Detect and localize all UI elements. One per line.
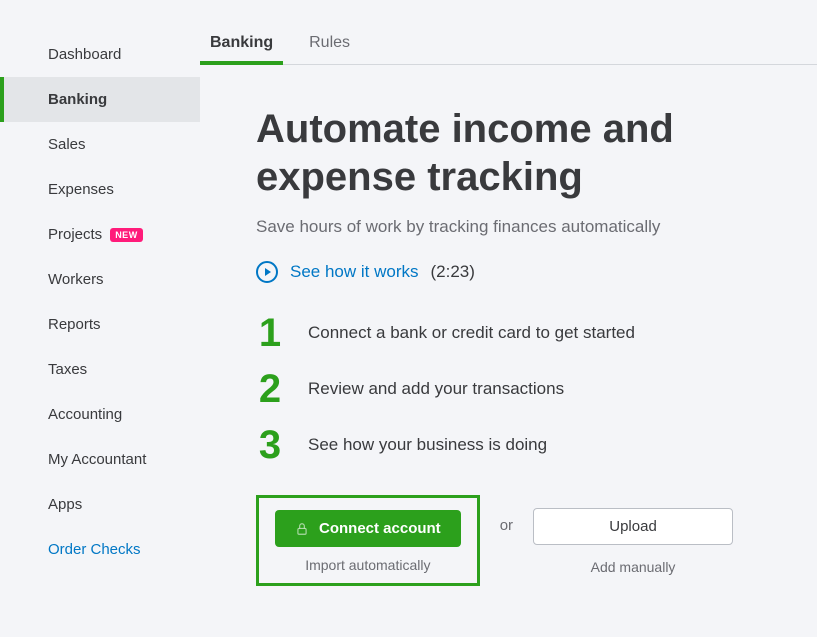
actions-row: Connect account Import automatically or … (256, 495, 807, 586)
sidebar-item-workers[interactable]: Workers (0, 257, 200, 302)
connect-account-button[interactable]: Connect account (275, 510, 461, 547)
play-icon (256, 261, 278, 283)
tab-label: Rules (309, 34, 350, 51)
sidebar-item-label: Dashboard (48, 46, 121, 63)
tab-label: Banking (210, 34, 273, 51)
video-link-row[interactable]: See how it works (2:23) (256, 261, 807, 283)
upload-hint: Add manually (591, 559, 676, 575)
page-subtitle: Save hours of work by tracking finances … (256, 217, 807, 237)
new-badge: NEW (110, 228, 143, 242)
page-title: Automate income and expense tracking (256, 105, 807, 201)
sidebar-item-reports[interactable]: Reports (0, 302, 200, 347)
step-3: 3 See how your business is doing (256, 425, 807, 465)
main-area: Banking Rules Automate income and expens… (200, 0, 817, 637)
tab-rules[interactable]: Rules (309, 34, 350, 64)
sidebar-item-taxes[interactable]: Taxes (0, 347, 200, 392)
sidebar-item-label: Apps (48, 496, 82, 513)
sidebar-item-my-accountant[interactable]: My Accountant (0, 437, 200, 482)
video-link-text: See how it works (290, 262, 419, 282)
sidebar-item-label: Banking (48, 91, 107, 108)
video-duration: (2:23) (431, 262, 475, 282)
sidebar-item-accounting[interactable]: Accounting (0, 392, 200, 437)
sidebar: Dashboard Banking Sales Expenses Project… (0, 0, 200, 637)
sidebar-item-order-checks[interactable]: Order Checks (0, 527, 200, 572)
sidebar-item-label: Expenses (48, 181, 114, 198)
or-label: or (500, 495, 513, 534)
step-number: 2 (256, 369, 284, 409)
steps-list: 1 Connect a bank or credit card to get s… (256, 313, 807, 465)
sidebar-item-sales[interactable]: Sales (0, 122, 200, 167)
step-text: See how your business is doing (308, 435, 547, 455)
step-number: 1 (256, 313, 284, 353)
step-1: 1 Connect a bank or credit card to get s… (256, 313, 807, 353)
step-text: Connect a bank or credit card to get sta… (308, 323, 635, 343)
button-label: Upload (609, 518, 657, 535)
sidebar-item-expenses[interactable]: Expenses (0, 167, 200, 212)
sidebar-item-label: Sales (48, 136, 86, 153)
step-2: 2 Review and add your transactions (256, 369, 807, 409)
sidebar-item-dashboard[interactable]: Dashboard (0, 32, 200, 77)
lock-icon (295, 522, 309, 536)
step-number: 3 (256, 425, 284, 465)
sidebar-item-label: Reports (48, 316, 101, 333)
step-text: Review and add your transactions (308, 379, 564, 399)
sidebar-item-banking[interactable]: Banking (0, 77, 200, 122)
connect-hint: Import automatically (305, 557, 430, 573)
sidebar-item-label: Order Checks (48, 541, 141, 558)
button-label: Connect account (319, 520, 441, 537)
sidebar-item-label: My Accountant (48, 451, 146, 468)
tabs: Banking Rules (200, 0, 817, 65)
sidebar-item-label: Accounting (48, 406, 122, 423)
sidebar-item-projects[interactable]: Projects NEW (0, 212, 200, 257)
upload-column: Upload Add manually (533, 495, 733, 575)
tab-banking[interactable]: Banking (210, 34, 273, 64)
sidebar-item-apps[interactable]: Apps (0, 482, 200, 527)
sidebar-item-label: Taxes (48, 361, 87, 378)
sidebar-item-label: Projects (48, 226, 102, 243)
connect-highlight-box: Connect account Import automatically (256, 495, 480, 586)
sidebar-item-label: Workers (48, 271, 104, 288)
upload-button[interactable]: Upload (533, 508, 733, 545)
content: Automate income and expense tracking Sav… (200, 65, 817, 586)
